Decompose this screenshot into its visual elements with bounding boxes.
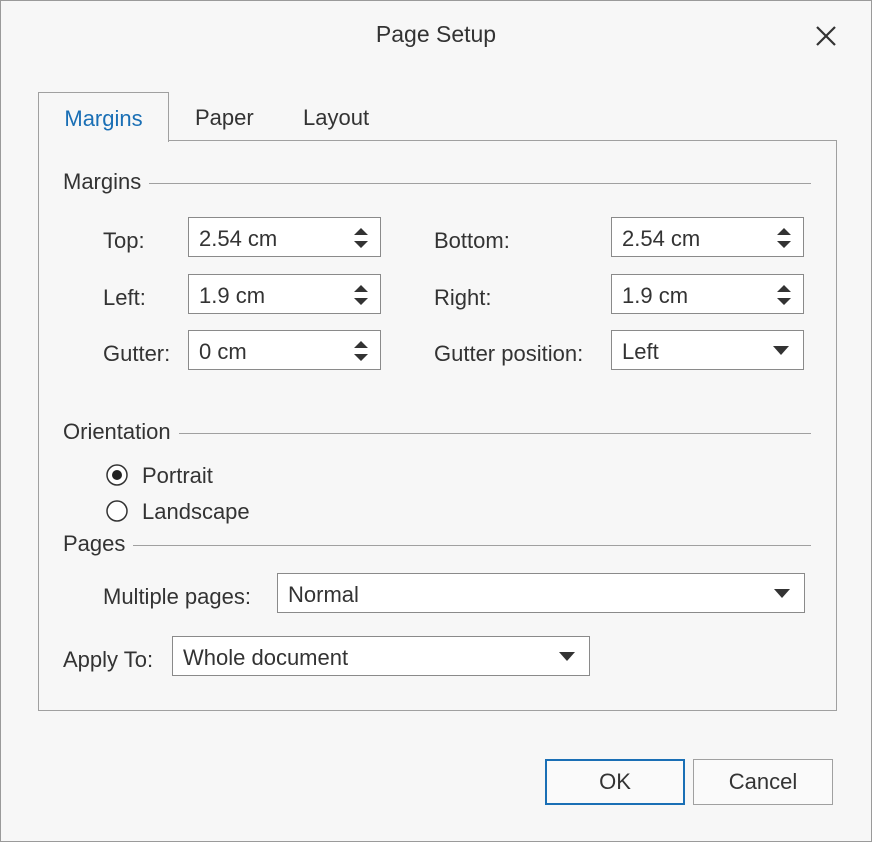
margins-divider [149, 182, 811, 184]
chevron-down-icon [559, 652, 575, 661]
right-margin-value: 1.9 cm [622, 283, 689, 308]
orientation-group-title: Orientation [63, 419, 171, 444]
top-margin-stepper[interactable]: 2.54 cm [188, 217, 381, 257]
landscape-label[interactable]: Landscape [142, 499, 250, 525]
top-label: Top: [103, 228, 145, 253]
tab-layout[interactable]: Layout [303, 105, 369, 131]
chevron-down-icon [774, 589, 790, 598]
cancel-button[interactable]: Cancel [693, 759, 833, 805]
margins-group-title: Margins [63, 169, 142, 194]
spin-updown-icon[interactable] [775, 283, 793, 307]
orientation-divider [178, 432, 811, 434]
spin-updown-icon[interactable] [352, 283, 370, 307]
right-margin-stepper[interactable]: 1.9 cm [611, 274, 804, 314]
ok-button[interactable]: OK [545, 759, 685, 805]
portrait-radio[interactable] [106, 464, 128, 486]
apply-to-select[interactable]: Whole document [172, 636, 590, 676]
margins-tab-panel: Margins Top: 2.54 cm Bottom: 2.54 cm Lef… [38, 140, 837, 711]
pages-divider [133, 544, 811, 546]
gutter-position-label: Gutter position: [434, 341, 584, 366]
gutter-label: Gutter: [103, 341, 171, 366]
spin-updown-icon[interactable] [352, 226, 370, 250]
apply-to-value: Whole document [183, 645, 349, 670]
spin-updown-icon[interactable] [775, 226, 793, 250]
pages-group-header: Pages [63, 531, 811, 557]
chevron-down-icon [773, 346, 789, 355]
apply-to-label: Apply To: [63, 647, 154, 672]
bottom-label: Bottom: [434, 228, 510, 253]
left-margin-value: 1.9 cm [199, 283, 266, 308]
close-button[interactable] [809, 19, 843, 53]
gutter-position-value: Left [622, 339, 659, 364]
margins-group-header: Margins [63, 169, 811, 195]
top-margin-value: 2.54 cm [199, 226, 278, 251]
multiple-pages-value: Normal [288, 582, 359, 607]
right-label: Right: [434, 285, 492, 310]
gutter-stepper[interactable]: 0 cm [188, 330, 381, 370]
dialog-title: Page Setup [375, 21, 497, 47]
bottom-margin-value: 2.54 cm [622, 226, 701, 251]
landscape-radio[interactable] [106, 500, 128, 522]
tab-paper[interactable]: Paper [195, 105, 254, 131]
left-label: Left: [103, 285, 146, 310]
multiple-pages-label: Multiple pages: [103, 584, 251, 609]
bottom-margin-stepper[interactable]: 2.54 cm [611, 217, 804, 257]
close-icon [816, 26, 836, 46]
multiple-pages-select[interactable]: Normal [277, 573, 805, 613]
tab-margins[interactable]: Margins [38, 92, 169, 142]
spin-updown-icon[interactable] [352, 339, 370, 363]
left-margin-stepper[interactable]: 1.9 cm [188, 274, 381, 314]
pages-group-title: Pages [63, 531, 126, 556]
orientation-group-header: Orientation [63, 419, 811, 445]
page-setup-dialog: Page Setup Margins Paper Layout Margins … [0, 0, 872, 842]
gutter-position-select[interactable]: Left [611, 330, 804, 370]
portrait-label[interactable]: Portrait [142, 463, 213, 489]
gutter-value: 0 cm [199, 339, 247, 364]
